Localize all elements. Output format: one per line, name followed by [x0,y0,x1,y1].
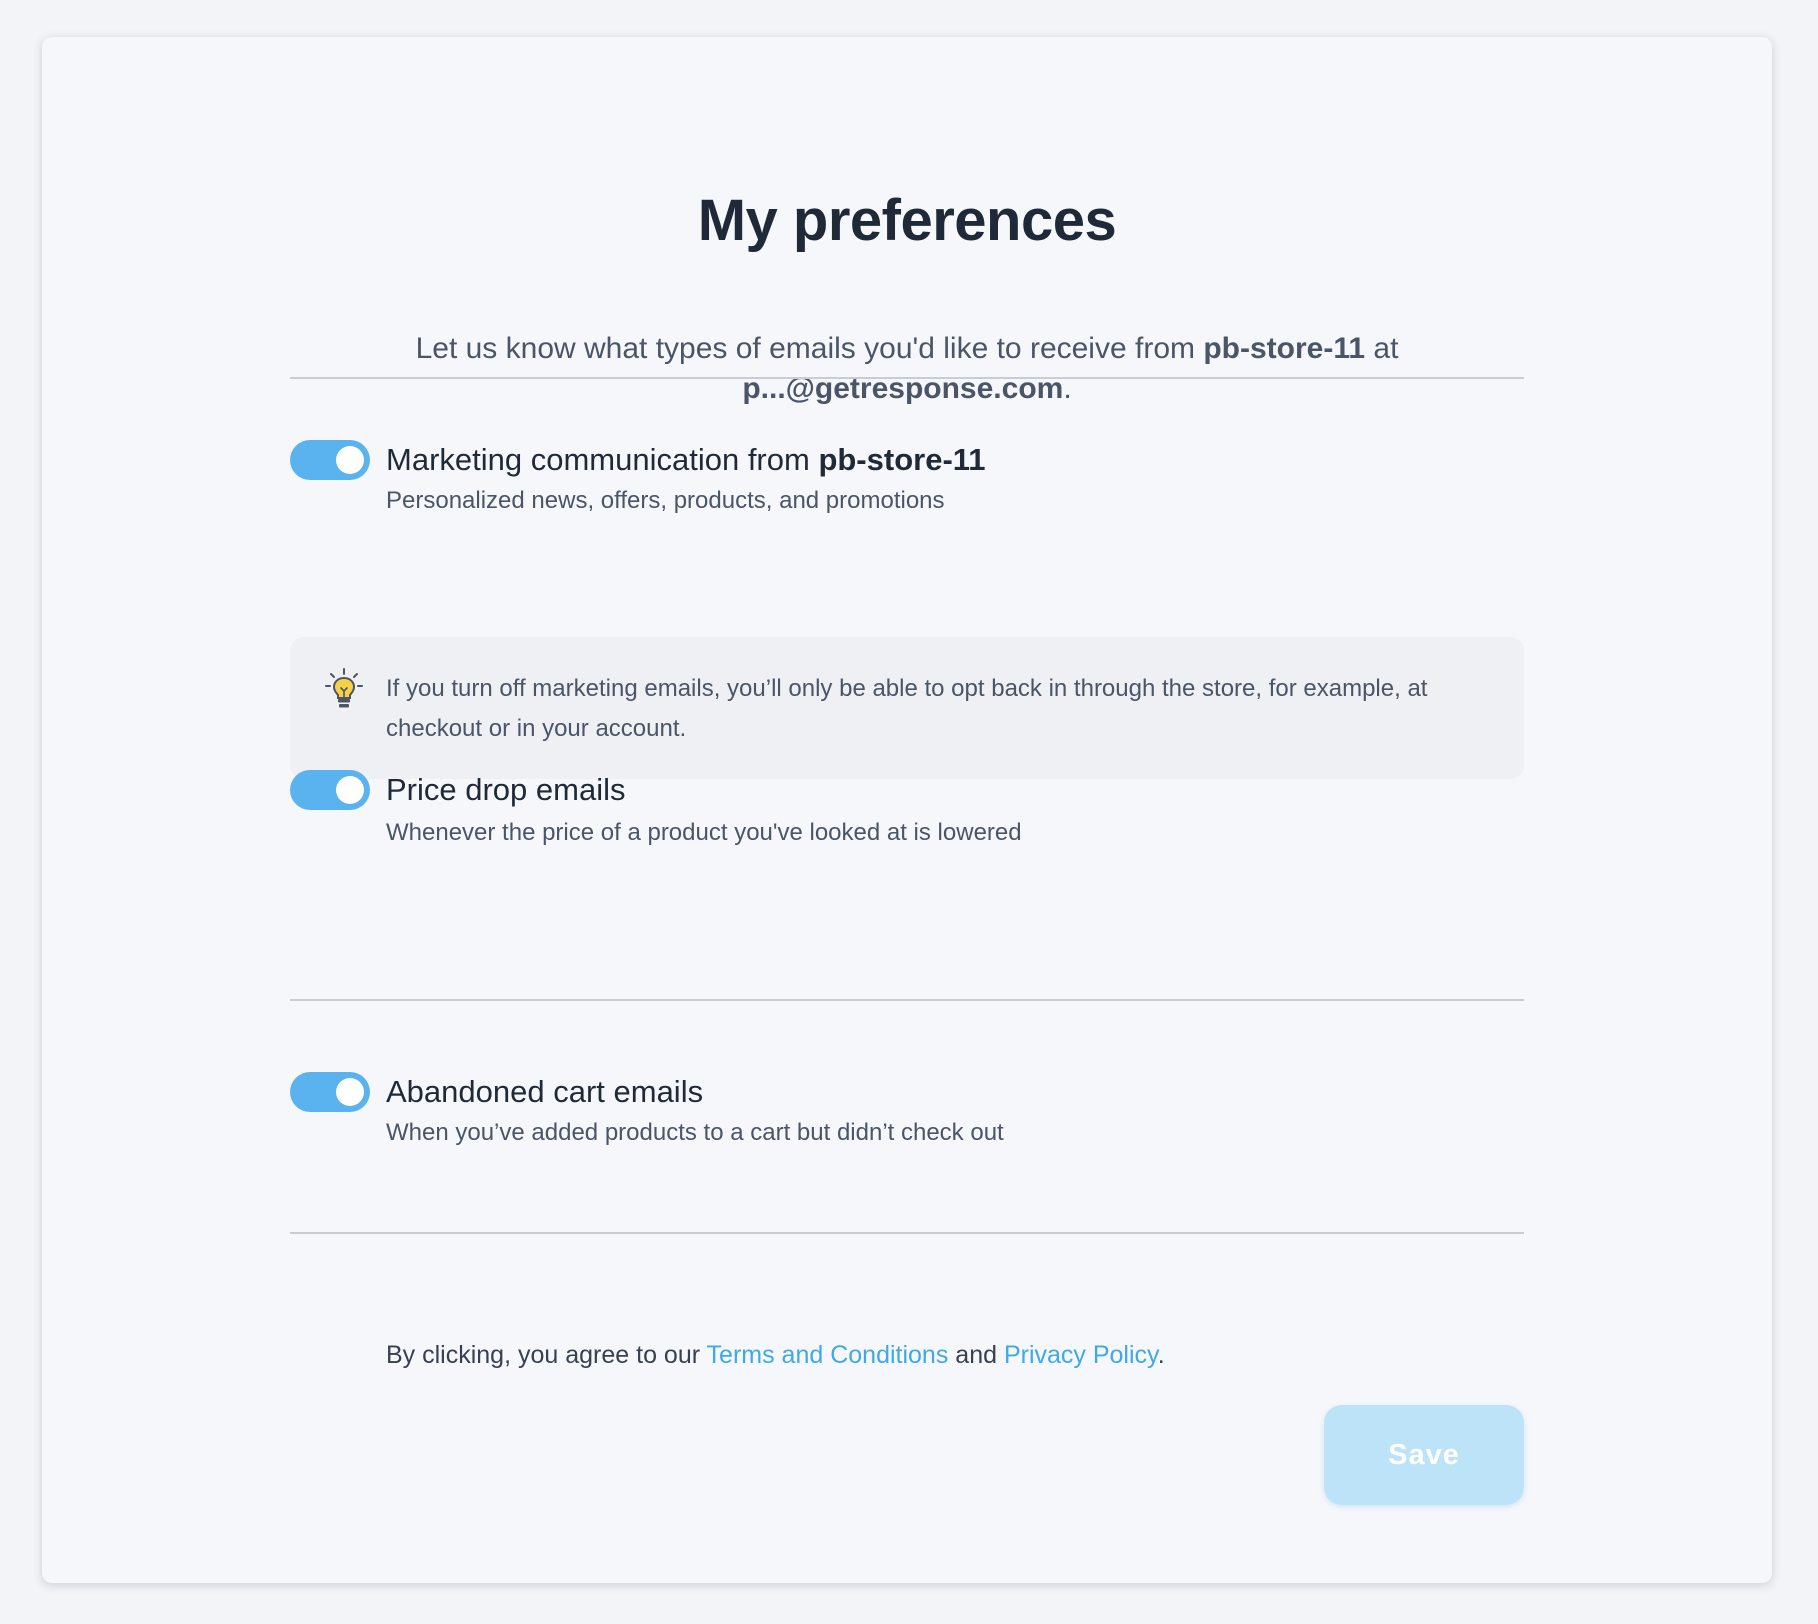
preferences-card: My preferences Let us know what types of… [42,37,1772,1583]
intro-store-name: pb-store-11 [1203,332,1366,365]
divider-middle [290,999,1524,1001]
marketing-option-label: Marketing communication from pb-store-11 [386,440,986,480]
price-drop-toggle[interactable] [290,770,370,810]
lightbulb-icon [325,668,363,708]
consent-text-middle: and [948,1341,1004,1369]
toggle-knob [336,1078,364,1106]
consent-text-after: . [1157,1341,1165,1369]
intro-text-before: Let us know what types of emails you'd l… [415,332,1204,365]
marketing-toggle[interactable] [290,440,370,480]
marketing-label-store: pb-store-11 [818,442,986,477]
notice-text: If you turn off marketing emails, you’ll… [386,675,1428,742]
marketing-optout-notice: If you turn off marketing emails, you’ll… [290,637,1524,779]
price-drop-option-label: Price drop emails [386,772,626,807]
save-button[interactable]: Save [1324,1405,1524,1505]
divider-bottom [290,1232,1524,1234]
marketing-option-description: Personalized news, offers, products, and… [386,487,945,514]
marketing-label-text: Marketing communication from [386,442,819,477]
abandoned-cart-option-label: Abandoned cart emails [386,1074,704,1109]
price-drop-option-description: Whenever the price of a product you've l… [386,819,1022,846]
abandoned-cart-option-description: When you’ve added products to a cart but… [386,1119,1004,1146]
consent-text: By clicking, you agree to our Terms and … [386,1337,1165,1373]
intro-text: Let us know what types of emails you'd l… [372,329,1442,409]
divider-top [290,377,1524,379]
toggle-knob [336,446,364,474]
privacy-policy-link[interactable]: Privacy Policy [1004,1341,1158,1369]
terms-link[interactable]: Terms and Conditions [707,1341,949,1369]
consent-text-before: By clicking, you agree to our [386,1341,707,1369]
page-title: My preferences [697,188,1117,253]
toggle-knob [336,776,364,804]
intro-text-middle: at [1365,332,1399,365]
abandoned-cart-toggle[interactable] [290,1072,370,1112]
